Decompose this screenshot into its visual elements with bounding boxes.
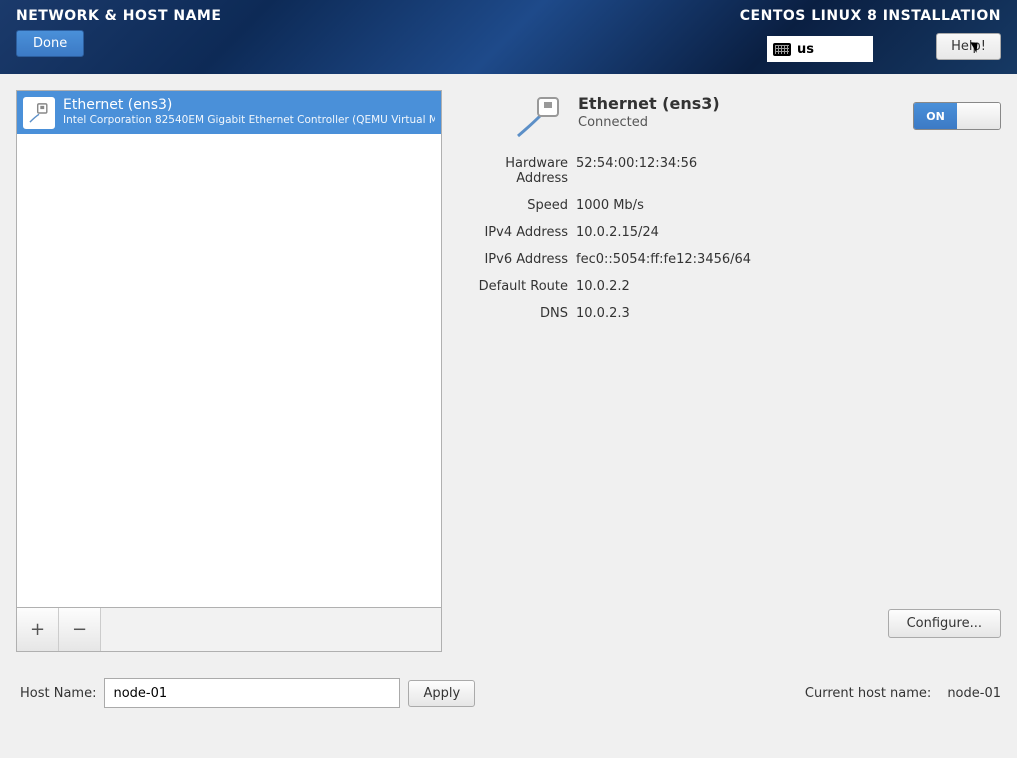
connection-toggle[interactable]: ON: [913, 102, 1001, 130]
add-device-button[interactable]: +: [17, 608, 59, 651]
connection-title-block: Ethernet (ens3) Connected: [578, 94, 720, 130]
keyboard-layout-text: us: [797, 42, 814, 57]
ipv6-value: fec0::5054:ff:fe12:3456/64: [576, 252, 1001, 267]
device-texts: Ethernet (ens3) Intel Corporation 82540E…: [63, 96, 435, 126]
help-button[interactable]: Help!: [936, 33, 1001, 60]
configure-button[interactable]: Configure...: [888, 609, 1001, 638]
current-hostname-value: node-01: [947, 686, 1001, 701]
hardware-address-label: Hardware Address: [452, 156, 568, 186]
hardware-address-value: 52:54:00:12:34:56: [576, 156, 1001, 186]
header-bar: NETWORK & HOST NAME CENTOS LINUX 8 INSTA…: [0, 0, 1017, 74]
keyboard-layout-indicator[interactable]: us: [767, 36, 873, 62]
hostname-input[interactable]: [104, 678, 400, 708]
connection-details: Ethernet (ens3) Connected ON Hardware Ad…: [452, 90, 1001, 638]
installer-title: CENTOS LINUX 8 INSTALLATION: [740, 8, 1001, 24]
dns-value: 10.0.2.3: [576, 306, 1001, 321]
device-item-ens3[interactable]: Ethernet (ens3) Intel Corporation 82540E…: [17, 91, 441, 134]
default-route-label: Default Route: [452, 279, 568, 294]
connection-status: Connected: [578, 115, 720, 130]
default-route-value: 10.0.2.2: [576, 279, 1001, 294]
done-button[interactable]: Done: [16, 30, 84, 57]
hostname-label: Host Name:: [20, 686, 96, 701]
main-content: Ethernet (ens3) Intel Corporation 82540E…: [0, 74, 1017, 668]
speed-label: Speed: [452, 198, 568, 213]
ethernet-large-icon: [514, 94, 566, 138]
remove-device-button[interactable]: −: [59, 608, 101, 651]
hostname-row: Host Name: Apply Current host name: node…: [0, 668, 1017, 708]
device-description: Intel Corporation 82540EM Gigabit Ethern…: [63, 114, 435, 126]
ipv4-label: IPv4 Address: [452, 225, 568, 240]
ipv4-value: 10.0.2.15/24: [576, 225, 1001, 240]
device-name: Ethernet (ens3): [63, 96, 435, 114]
device-toolbar: + −: [16, 608, 442, 652]
speed-value: 1000 Mb/s: [576, 198, 1001, 213]
device-panel: Ethernet (ens3) Intel Corporation 82540E…: [16, 90, 442, 652]
toggle-on-label: ON: [914, 103, 957, 129]
device-list[interactable]: Ethernet (ens3) Intel Corporation 82540E…: [16, 90, 442, 608]
current-hostname-label: Current host name:: [805, 686, 931, 701]
ipv6-label: IPv6 Address: [452, 252, 568, 267]
apply-hostname-button[interactable]: Apply: [408, 680, 475, 707]
connection-title: Ethernet (ens3): [578, 94, 720, 113]
ethernet-icon: [23, 97, 55, 129]
dns-label: DNS: [452, 306, 568, 321]
current-hostname-block: Current host name: node-01: [805, 686, 1001, 701]
toggle-off-space: [957, 103, 1000, 129]
connection-info-grid: Hardware Address 52:54:00:12:34:56 Speed…: [452, 156, 1001, 321]
keyboard-icon: [773, 43, 791, 56]
